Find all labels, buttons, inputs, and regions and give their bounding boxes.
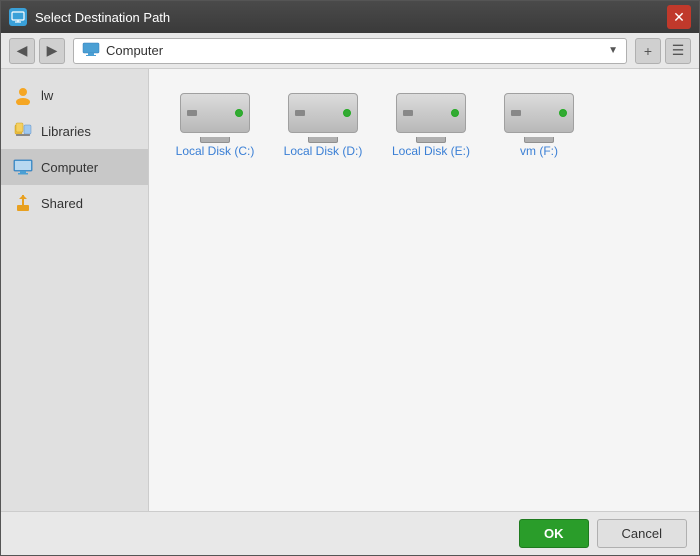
drive-e-label: Local Disk (E:)	[392, 144, 470, 160]
drive-d[interactable]: Local Disk (D:)	[273, 85, 373, 168]
sidebar-item-lw-label: lw	[41, 88, 53, 103]
sidebar-item-shared[interactable]: Shared	[1, 185, 148, 221]
drive-e[interactable]: Local Disk (E:)	[381, 85, 481, 168]
drive-connector	[524, 137, 554, 143]
sidebar-item-shared-label: Shared	[41, 196, 83, 211]
forward-button[interactable]: ▶	[39, 38, 65, 64]
sidebar: lw Libraries	[1, 69, 149, 511]
user-icon	[13, 85, 33, 105]
drive-led	[235, 109, 243, 117]
main-panel: Local Disk (C:) Local Disk (D:)	[149, 69, 699, 511]
sidebar-item-lw[interactable]: lw	[1, 77, 148, 113]
select-destination-dialog: Select Destination Path ✕ ◀ ▶ Computer ▼…	[0, 0, 700, 556]
content-area: lw Libraries	[1, 69, 699, 511]
footer: OK Cancel	[1, 511, 699, 555]
computer-icon	[13, 157, 33, 177]
drive-connector	[308, 137, 338, 143]
sidebar-item-computer-label: Computer	[41, 160, 98, 175]
address-computer-icon	[82, 42, 100, 59]
drive-led	[559, 109, 567, 117]
drive-led	[451, 109, 459, 117]
drive-f-label: vm (F:)	[520, 144, 558, 160]
drive-f[interactable]: vm (F:)	[489, 85, 589, 168]
sidebar-item-libraries[interactable]: Libraries	[1, 113, 148, 149]
libraries-icon	[13, 121, 33, 141]
dialog-title: Select Destination Path	[35, 10, 667, 25]
drive-c[interactable]: Local Disk (C:)	[165, 85, 265, 168]
cancel-button[interactable]: Cancel	[597, 519, 687, 548]
ok-button[interactable]: OK	[519, 519, 589, 548]
drive-connector	[416, 137, 446, 143]
drive-led	[343, 109, 351, 117]
view-toggle-button[interactable]: ☰	[665, 38, 691, 64]
sidebar-item-computer[interactable]: Computer	[1, 149, 148, 185]
shared-icon	[13, 193, 33, 213]
close-button[interactable]: ✕	[667, 5, 691, 29]
drive-d-icon	[288, 93, 358, 138]
address-text: Computer	[106, 43, 602, 58]
new-folder-button[interactable]: +	[635, 38, 661, 64]
toolbar: ◀ ▶ Computer ▼ + ☰	[1, 33, 699, 69]
address-bar[interactable]: Computer ▼	[73, 38, 627, 64]
drive-f-icon	[504, 93, 574, 138]
back-button[interactable]: ◀	[9, 38, 35, 64]
address-dropdown-arrow[interactable]: ▼	[608, 45, 618, 56]
app-icon	[9, 8, 27, 26]
drive-c-icon	[180, 93, 250, 138]
drive-connector	[200, 137, 230, 143]
title-bar: Select Destination Path ✕	[1, 1, 699, 33]
drive-e-icon	[396, 93, 466, 138]
drive-c-label: Local Disk (C:)	[176, 144, 255, 160]
sidebar-item-libraries-label: Libraries	[41, 124, 91, 139]
drive-d-label: Local Disk (D:)	[284, 144, 363, 160]
